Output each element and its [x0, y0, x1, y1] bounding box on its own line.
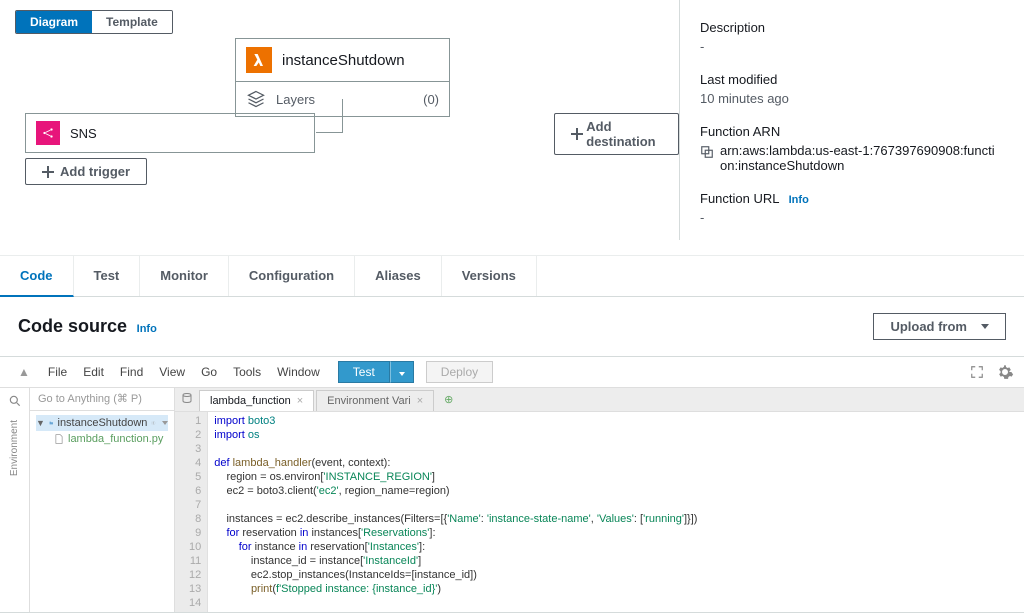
- ide-deploy-button: Deploy: [426, 361, 493, 383]
- add-tab-button[interactable]: ⊕: [436, 389, 461, 410]
- tab-configuration[interactable]: Configuration: [229, 256, 355, 296]
- code-editor[interactable]: 1234567891011121314 import boto3import o…: [175, 412, 1024, 612]
- function-name-label: instanceShutdown: [282, 52, 405, 69]
- upload-from-label: Upload from: [890, 319, 967, 334]
- function-url-label: Function URL: [700, 191, 779, 206]
- tab-aliases[interactable]: Aliases: [355, 256, 442, 296]
- lambda-icon: [246, 47, 272, 73]
- editor-tab[interactable]: lambda_function ×: [199, 390, 314, 411]
- info-link[interactable]: Info: [789, 194, 809, 206]
- trigger-node-sns[interactable]: SNS: [25, 113, 315, 153]
- plus-icon: [42, 166, 54, 178]
- gear-icon[interactable]: [996, 363, 1014, 381]
- function-tabs: CodeTestMonitorConfigurationAliasesVersi…: [0, 255, 1024, 297]
- add-trigger-button[interactable]: Add trigger: [25, 158, 147, 185]
- tree-root-label: instanceShutdown: [58, 417, 148, 429]
- close-icon[interactable]: ×: [297, 395, 303, 407]
- tab-diagram[interactable]: Diagram: [16, 11, 92, 33]
- ide-menu-edit[interactable]: Edit: [75, 363, 112, 381]
- layers-label: Layers: [276, 92, 315, 107]
- connector: [316, 132, 343, 133]
- upload-from-button[interactable]: Upload from: [873, 313, 1006, 340]
- description-label: Description: [700, 20, 999, 35]
- tree-file-label: lambda_function.py: [68, 433, 163, 445]
- info-link[interactable]: Info: [137, 323, 157, 335]
- sns-icon: [36, 121, 60, 145]
- function-url-value: -: [700, 210, 999, 225]
- description-value: -: [700, 39, 999, 54]
- code-source-title: Code source: [18, 316, 127, 336]
- plus-icon: [571, 128, 580, 140]
- environment-tab[interactable]: Environment: [9, 420, 20, 476]
- ide-menu-window[interactable]: Window: [269, 363, 328, 381]
- ide-menu-find[interactable]: Find: [112, 363, 151, 381]
- close-icon[interactable]: ×: [417, 395, 423, 407]
- function-arn-value: arn:aws:lambda:us-east-1:767397690908:fu…: [720, 143, 999, 173]
- tree-folder-root[interactable]: ▼ instanceShutdown: [36, 415, 168, 431]
- ide-menu-view[interactable]: View: [151, 363, 193, 381]
- tab-code[interactable]: Code: [0, 256, 74, 297]
- ide-menu-go[interactable]: Go: [193, 363, 225, 381]
- tree-file[interactable]: lambda_function.py: [36, 431, 168, 447]
- file-icon: [54, 434, 64, 444]
- last-modified-value: 10 minutes ago: [700, 91, 999, 106]
- collapse-icon[interactable]: ▲: [10, 365, 38, 379]
- fullscreen-icon[interactable]: [970, 365, 984, 379]
- ide-activity-bar: Environment: [0, 388, 30, 612]
- tab-monitor[interactable]: Monitor: [140, 256, 229, 296]
- ide-menu-tools[interactable]: Tools: [225, 363, 269, 381]
- chevron-down-icon: [399, 372, 405, 376]
- ide-test-button[interactable]: Test: [338, 361, 390, 383]
- editor-tab-label: lambda_function: [210, 395, 291, 407]
- layers-icon: [246, 89, 266, 109]
- search-icon[interactable]: [8, 394, 22, 408]
- ide-menu-file[interactable]: File: [40, 363, 75, 381]
- gear-icon[interactable]: [151, 417, 156, 429]
- ide-file-explorer: ▼ instanceShutdown lambda_function.py: [30, 388, 175, 612]
- tab-test[interactable]: Test: [74, 256, 141, 296]
- add-trigger-label: Add trigger: [60, 164, 130, 179]
- chevron-down-icon: [981, 324, 989, 329]
- outline-icon[interactable]: [175, 388, 199, 411]
- add-destination-label: Add destination: [586, 119, 662, 149]
- editor-tab[interactable]: Environment Vari ×: [316, 390, 434, 411]
- layers-count: (0): [423, 92, 439, 107]
- view-toggle: Diagram Template: [15, 10, 173, 34]
- chevron-down-icon: [162, 421, 168, 425]
- trigger-label: SNS: [70, 126, 97, 141]
- ide-test-dropdown[interactable]: [390, 361, 414, 383]
- ide-editor: ▲ FileEditFindViewGoToolsWindow Test Dep…: [0, 356, 1024, 613]
- tab-template[interactable]: Template: [92, 11, 172, 33]
- tab-versions[interactable]: Versions: [442, 256, 537, 296]
- last-modified-label: Last modified: [700, 72, 999, 87]
- info-panel: Description - Last modified 10 minutes a…: [679, 0, 1014, 240]
- goto-anything-input[interactable]: [30, 388, 174, 411]
- copy-icon[interactable]: [700, 145, 714, 159]
- editor-tab-label: Environment Vari: [327, 395, 411, 407]
- ide-menubar: ▲ FileEditFindViewGoToolsWindow Test Dep…: [0, 357, 1024, 388]
- add-destination-button[interactable]: Add destination: [554, 113, 679, 155]
- connector: [342, 99, 343, 133]
- folder-icon: [49, 418, 54, 428]
- editor-tabs: lambda_function × Environment Vari × ⊕: [175, 388, 1024, 412]
- diagram-canvas: Diagram Template instanceShutdown Layers…: [10, 0, 679, 240]
- function-arn-label: Function ARN: [700, 124, 999, 139]
